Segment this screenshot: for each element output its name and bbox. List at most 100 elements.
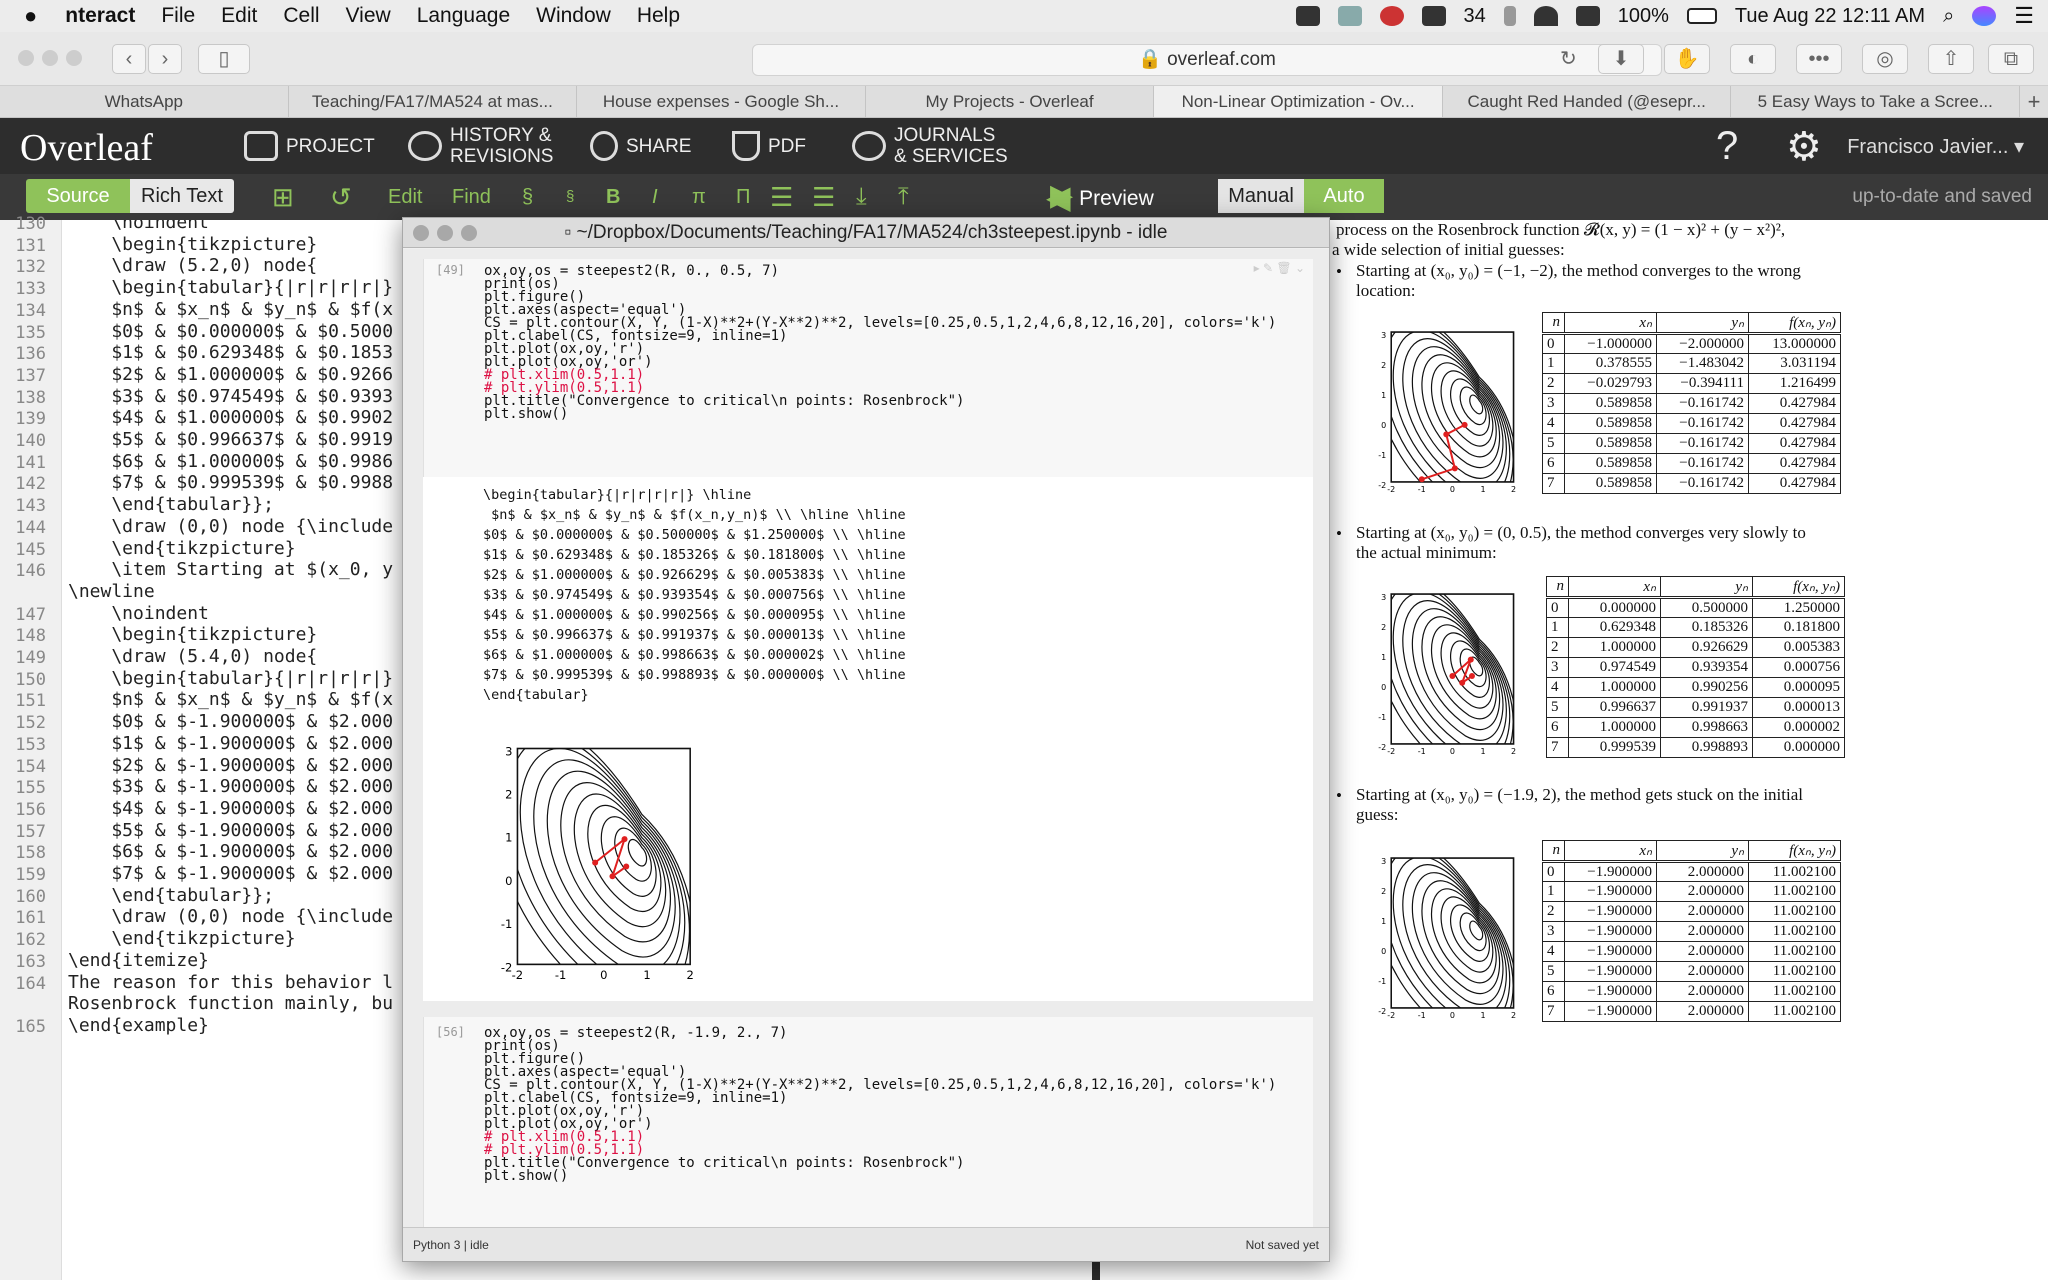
notification-center-icon[interactable]: ☰ — [2014, 3, 2034, 29]
code-line[interactable]: \draw (0,0) node {\include — [68, 516, 393, 537]
code-line[interactable]: \noindent — [68, 220, 209, 233]
tabs-overview-icon[interactable]: ⧉ — [1988, 44, 2034, 74]
help-icon[interactable]: ? — [1716, 124, 1738, 169]
code-line[interactable]: $4$ & $-1.900000$ & $2.000 — [68, 798, 393, 819]
status-count[interactable]: 34 — [1464, 5, 1486, 28]
source-mode-button[interactable]: Source — [26, 179, 130, 213]
zoom-window-button[interactable] — [66, 50, 82, 66]
sidebar-toggle-icon[interactable]: ▯ — [198, 44, 250, 74]
code-line[interactable]: \newline — [68, 581, 155, 602]
code-line[interactable]: \end{tabular}}; — [68, 494, 274, 515]
code-line[interactable]: $3$ & $-1.900000$ & $2.000 — [68, 776, 393, 797]
new-tab-button[interactable]: + — [2020, 86, 2048, 117]
collapse-icon[interactable]: ⤓ — [856, 182, 867, 212]
spotlight-icon[interactable]: ⌕ — [1943, 5, 1954, 28]
code-line[interactable]: $7$ & $-1.900000$ & $2.000 — [68, 863, 393, 884]
notebook-body[interactable]: [49] ▸ ✎ 🗑 ⌄ ox,oy,os = steepest2(R, 0.,… — [403, 249, 1329, 1227]
code-cell-49[interactable]: [49] ▸ ✎ 🗑 ⌄ ox,oy,os = steepest2(R, 0.,… — [423, 259, 1313, 477]
notification-icon[interactable] — [1379, 6, 1404, 26]
tab-house-expenses[interactable]: House expenses - Google Sh... — [577, 86, 866, 117]
history-icon[interactable]: ↺ — [330, 182, 352, 212]
code-line[interactable]: \begin{tabular}{|r|r|r|r|} — [68, 668, 393, 689]
code-line[interactable]: $7$ & $0.999539$ & $0.9988 — [68, 472, 393, 493]
code-line[interactable]: $1$ & $0.629348$ & $0.1853 — [68, 342, 393, 363]
nteract-title-bar[interactable]: ▫ ~/Dropbox/Documents/Teaching/FA17/MA52… — [403, 218, 1329, 248]
display-math-button[interactable]: Π — [736, 182, 750, 212]
download-icon[interactable]: ⬇ — [1598, 44, 1644, 74]
code-line[interactable]: $0$ & $0.000000$ & $0.5000 — [68, 321, 393, 342]
menu-help[interactable]: Help — [637, 4, 680, 28]
clock[interactable]: Tue Aug 22 12:11 AM — [1735, 5, 1925, 28]
nav-pdf[interactable]: PDF — [732, 124, 806, 168]
menu-edit[interactable]: Edit — [221, 4, 257, 28]
find-button[interactable]: Find — [452, 182, 491, 212]
bluetooth-icon[interactable] — [1503, 6, 1516, 26]
cell-source[interactable]: ox,oy,os = steepest2(R, 0., 0.5, 7) print… — [484, 264, 1276, 421]
settings-gear-icon[interactable]: ⚙ — [1786, 124, 1822, 170]
chat-icon[interactable] — [1421, 6, 1446, 26]
wifi-icon[interactable] — [1533, 6, 1558, 26]
code-line[interactable]: \end{tikzpicture} — [68, 928, 295, 949]
battery-icon[interactable] — [1686, 8, 1717, 24]
tab-screenshot[interactable]: 5 Easy Ways to Take a Scree... — [1731, 86, 2021, 117]
code-line[interactable]: $n$ & $x_n$ & $y_n$ & $f(x — [68, 299, 393, 320]
code-line[interactable]: \end{itemize} — [68, 950, 209, 971]
preview-button[interactable]: ▶ Preview — [1050, 179, 1154, 213]
close-window-button[interactable] — [18, 50, 34, 66]
code-line[interactable]: $1$ & $-1.900000$ & $2.000 — [68, 733, 393, 754]
code-line[interactable]: $0$ & $-1.900000$ & $2.000 — [68, 711, 393, 732]
rich-text-mode-button[interactable]: Rich Text — [130, 179, 234, 213]
nav-journals[interactable]: JOURNALS & SERVICES — [852, 124, 1008, 168]
code-line[interactable]: \draw (0,0) node {\include — [68, 906, 393, 927]
subsection-button[interactable]: § — [566, 182, 574, 212]
cell-source[interactable]: ox,oy,os = steepest2(R, -1.9, 2., 7) prin… — [484, 1026, 1276, 1183]
menu-app-name[interactable]: nteract — [65, 4, 135, 28]
section-button[interactable]: § — [522, 182, 533, 212]
code-line[interactable]: \end{tabular}}; — [68, 885, 274, 906]
code-line[interactable]: $3$ & $0.974549$ & $0.9393 — [68, 386, 393, 407]
dropbox-icon[interactable] — [1295, 6, 1320, 26]
code-line[interactable]: \begin{tabular}{|r|r|r|r|} — [68, 277, 393, 298]
inline-math-button[interactable]: π — [692, 182, 706, 212]
menu-language[interactable]: Language — [417, 4, 510, 28]
nav-history[interactable]: HISTORY & REVISIONS — [408, 124, 553, 168]
tab-my-projects[interactable]: My Projects - Overleaf — [866, 86, 1155, 117]
more-icon[interactable]: ••• — [1796, 44, 1842, 74]
nav-share[interactable]: SHARE — [590, 124, 691, 168]
overleaf-logo[interactable]: Overleaf — [20, 126, 153, 170]
code-line[interactable]: \end{example} — [68, 1015, 209, 1036]
manual-compile-button[interactable]: Manual — [1218, 179, 1304, 213]
app-status-icon[interactable] — [1337, 6, 1362, 26]
tab-nonlinear-optimization[interactable]: Non-Linear Optimization - Ov... — [1154, 86, 1443, 117]
tab-caught-red-handed[interactable]: Caught Red Handed (@esepr... — [1443, 86, 1732, 117]
code-line[interactable]: $2$ & $-1.900000$ & $2.000 — [68, 755, 393, 776]
code-line[interactable]: \begin{tikzpicture} — [68, 624, 317, 645]
airplay-icon[interactable] — [1575, 6, 1600, 26]
user-menu[interactable]: Francisco Javier... ▾ — [1847, 134, 2024, 159]
minimize-window-button[interactable] — [42, 50, 58, 66]
italic-button[interactable]: I — [652, 182, 658, 212]
menu-view[interactable]: View — [346, 4, 391, 28]
edit-button[interactable]: Edit — [388, 182, 422, 212]
code-line[interactable]: $5$ & $0.996637$ & $0.9919 — [68, 429, 393, 450]
extension-icon-2[interactable]: ◐ — [1730, 44, 1776, 74]
forward-button[interactable]: › — [148, 44, 182, 74]
numbered-list-icon[interactable]: ☰ — [770, 182, 793, 212]
tab-whatsapp[interactable]: WhatsApp — [0, 86, 289, 117]
minimize-window-button[interactable] — [437, 225, 453, 241]
address-bar[interactable]: 🔒 overleaf.com — [752, 44, 1662, 76]
tab-github[interactable]: Teaching/FA17/MA524 at mas... — [289, 86, 578, 117]
code-line[interactable]: $n$ & $x_n$ & $y_n$ & $f(x — [68, 689, 393, 710]
code-line[interactable]: $5$ & $-1.900000$ & $2.000 — [68, 820, 393, 841]
menu-window[interactable]: Window — [536, 4, 611, 28]
menu-file[interactable]: File — [161, 4, 195, 28]
code-line[interactable]: \end{tikzpicture} — [68, 538, 295, 559]
apple-icon[interactable]: ● — [24, 3, 37, 29]
code-line[interactable]: \begin{tikzpicture} — [68, 234, 317, 255]
auto-compile-button[interactable]: Auto — [1304, 179, 1384, 213]
code-line[interactable]: $2$ & $1.000000$ & $0.9266 — [68, 364, 393, 385]
nav-project[interactable]: PROJECT — [244, 124, 375, 168]
extension-icon-1[interactable]: ✋ — [1664, 44, 1710, 74]
code-line[interactable]: \item Starting at $(x_0, y — [68, 559, 393, 580]
battery-percent[interactable]: 100% — [1618, 5, 1669, 28]
